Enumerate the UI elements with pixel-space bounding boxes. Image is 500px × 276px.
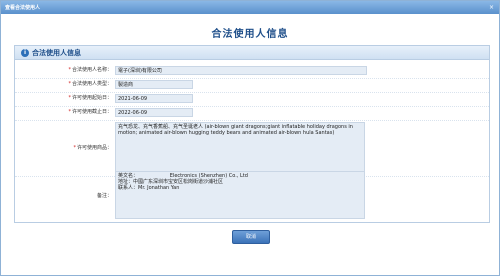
required-star: *	[68, 109, 71, 115]
required-star: *	[68, 81, 71, 87]
row-remarks: 备注： 英文名： Electronics (Shenzhen) Co., Ltd…	[15, 171, 489, 221]
label-user-name: *合法使用人名称：	[68, 67, 112, 73]
cancel-button[interactable]: 取消	[232, 230, 270, 244]
label-goods: *许可使用商品：	[73, 145, 112, 151]
row-divider	[15, 120, 489, 121]
remarks-textarea: 英文名： Electronics (Shenzhen) Co., Ltd 地址：…	[115, 171, 365, 219]
label-end-date: *许可使用截止日：	[68, 109, 112, 115]
page-title: 合法使用人信息	[211, 29, 289, 40]
goods-textarea: 充气恐龙、充气香蕉船、充气圣诞老人 (air-blown giant drago…	[115, 122, 365, 172]
required-star: *	[68, 95, 71, 101]
end-date-field: 2022-06-09	[115, 108, 193, 117]
panel-title: 合法使用人信息	[32, 48, 81, 57]
panel-header: i 合法使用人信息	[15, 46, 489, 60]
required-star: *	[68, 67, 71, 73]
row-divider	[15, 78, 489, 79]
info-panel: i 合法使用人信息 *合法使用人名称： 電子(深圳)有限公司 *合法使用人类型：…	[14, 45, 490, 223]
row-divider	[15, 92, 489, 93]
info-icon: i	[21, 48, 29, 57]
label-remarks: 备注：	[96, 193, 112, 199]
close-icon[interactable]: ×	[488, 4, 495, 11]
row-goods: *许可使用商品： 充气恐龙、充气香蕉船、充气圣诞老人 (air-blown gi…	[15, 122, 489, 174]
row-user-type: *合法使用人类型： 製造商	[15, 80, 489, 89]
row-start-date: *许可使用起始日： 2021-06-09	[15, 94, 489, 103]
window-title: 查看合法使用人	[5, 5, 41, 11]
user-name-field: 電子(深圳)有限公司	[115, 66, 367, 75]
window-titlebar[interactable]: 查看合法使用人 ×	[1, 1, 499, 14]
label-start-date: *许可使用起始日：	[68, 95, 112, 101]
user-type-field: 製造商	[115, 80, 193, 89]
required-star: *	[73, 145, 76, 151]
row-divider	[15, 106, 489, 107]
row-end-date: *许可使用截止日： 2022-06-09	[15, 108, 489, 117]
dialog-window: 查看合法使用人 × 合法使用人信息 i 合法使用人信息 *合法使用人名称： 電子…	[0, 0, 500, 276]
label-user-type: *合法使用人类型：	[68, 81, 112, 87]
start-date-field: 2021-06-09	[115, 94, 193, 103]
row-user-name: *合法使用人名称： 電子(深圳)有限公司	[15, 66, 489, 75]
